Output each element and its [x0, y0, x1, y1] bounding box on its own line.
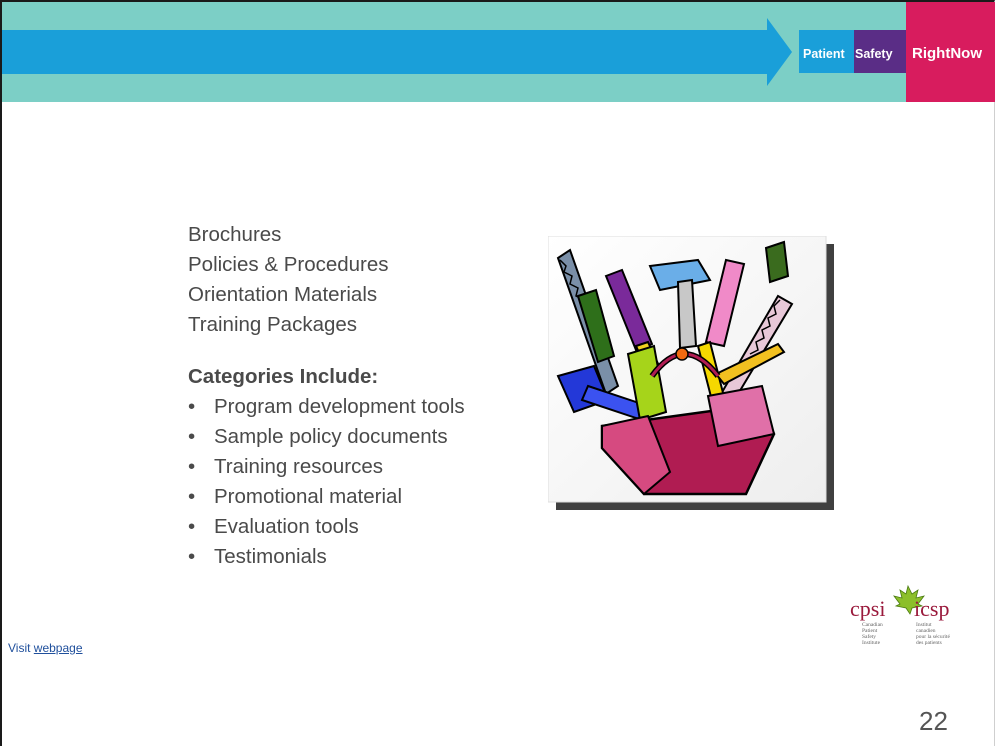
category-item: • Sample policy documents [188, 422, 465, 452]
logo-en-line: Safety [862, 633, 876, 640]
category-label: Promotional material [214, 485, 402, 508]
category-label: Testimonials [214, 545, 327, 568]
category-item: • Promotional material [188, 482, 465, 512]
categories-heading: Categories Include: [188, 365, 379, 388]
visit-link-line: Visit webpage [8, 641, 83, 655]
category-item: • Testimonials [188, 542, 465, 572]
header-banner: Patient Safety RightNow [2, 2, 995, 102]
visit-prefix: Visit [8, 641, 31, 655]
category-label: Training resources [214, 455, 384, 478]
category-item: • Training resources [188, 452, 465, 482]
category-label: Sample policy documents [214, 425, 448, 448]
category-label: Program development tools [214, 395, 465, 418]
cpsi-logo: cpsi icsp Canadian Patient Safety Instit… [850, 584, 950, 646]
resource-list: Brochures Policies & Procedures Orientat… [188, 220, 465, 572]
bullet-icon: • [188, 545, 196, 568]
page-number: 22 [919, 706, 948, 736]
resource-item: Policies & Procedures [188, 253, 389, 276]
toolbox-icon [548, 236, 834, 510]
bullet-icon: • [188, 395, 196, 418]
bullet-icon: • [188, 515, 196, 538]
category-item: • Evaluation tools [188, 512, 465, 542]
logo-en-line: Institute [862, 640, 881, 646]
resource-item: Orientation Materials [188, 283, 378, 306]
logo-fr-line: des patients [916, 640, 942, 646]
bullet-icon: • [188, 485, 196, 508]
resource-item: Brochures [188, 223, 282, 246]
category-item: • Program development tools [188, 392, 465, 422]
resource-item: Training Packages [188, 313, 358, 336]
logo-wordmark-right: icsp [914, 596, 949, 621]
category-label: Evaluation tools [214, 515, 359, 538]
bullet-icon: • [188, 455, 196, 478]
badge-rightnow: RightNow [912, 45, 982, 62]
webpage-link[interactable]: webpage [34, 641, 83, 655]
badge-patient: Patient [803, 47, 846, 61]
badge-safety: Safety [855, 47, 893, 61]
logo-wordmark-left: cpsi [850, 596, 885, 621]
bullet-icon: • [188, 425, 196, 448]
